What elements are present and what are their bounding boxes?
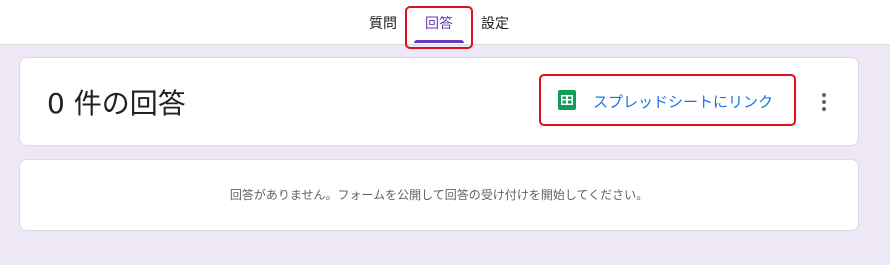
- tab-settings-label: 設定: [481, 15, 509, 32]
- tab-questions-label: 質問: [369, 15, 397, 32]
- tab-questions[interactable]: 質問: [362, 0, 404, 45]
- empty-state-message: 回答がありません。フォームを公開して回答の受け付けを開始してください。: [229, 188, 649, 202]
- tab-settings[interactable]: 設定: [474, 0, 516, 45]
- active-tab-indicator: [414, 40, 464, 43]
- top-tab-bar: 質問 回答 設定: [0, 0, 890, 45]
- link-to-sheets-label: スプレッドシートにリンク: [593, 93, 774, 111]
- responses-content: 0 件の回答 スプレッドシートにリンク 回答がありません。フォームを公開して回答…: [0, 45, 890, 265]
- link-to-sheets-button[interactable]: スプレッドシートにリンク: [545, 78, 795, 124]
- responses-count-title: 0 件の回答: [47, 87, 186, 120]
- tab-responses-label: 回答: [425, 15, 453, 32]
- google-sheets-icon: [558, 90, 576, 110]
- more-vert-icon[interactable]: [812, 88, 836, 116]
- tab-responses[interactable]: 回答: [406, 0, 472, 45]
- empty-state-card: 回答がありません。フォームを公開して回答の受け付けを開始してください。: [19, 159, 859, 231]
- responses-summary-card: 0 件の回答 スプレッドシートにリンク: [19, 57, 859, 146]
